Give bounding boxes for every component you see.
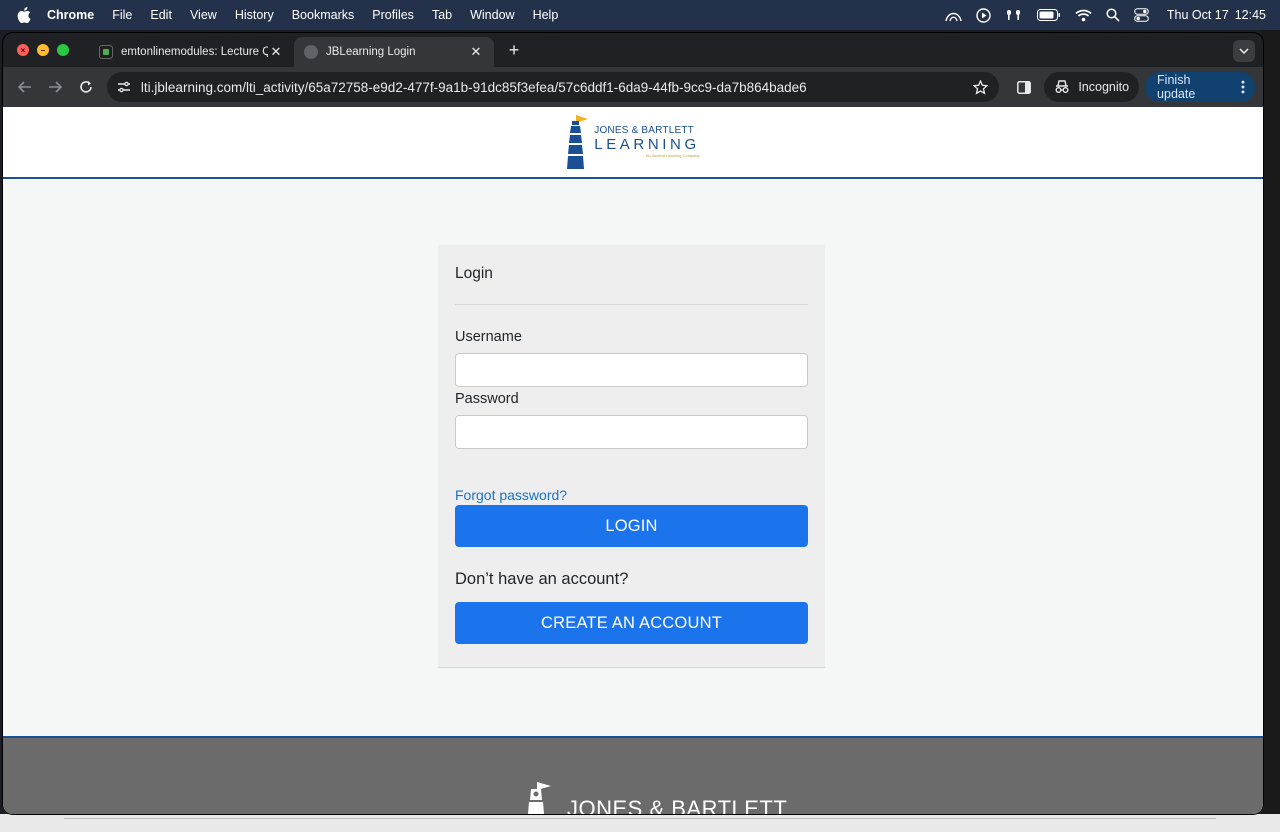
finish-update-label: Finish update — [1157, 73, 1196, 101]
tab-title: JBLearning Login — [326, 46, 416, 58]
forward-button[interactable] — [42, 73, 70, 101]
forward-arrow-icon — [49, 81, 63, 93]
close-window-button[interactable]: × — [17, 44, 29, 56]
page-viewport: JONES & BARTLETT LEARNING An Ascend Lear… — [3, 107, 1263, 814]
side-panel-icon — [1016, 80, 1031, 94]
site-footer: JONES & BARTLETT — [3, 736, 1263, 814]
forgot-password-link[interactable]: Forgot password? — [455, 487, 808, 503]
battery-icon[interactable] — [1036, 9, 1061, 21]
footer-logo: JONES & BARTLETT — [525, 780, 787, 814]
menu-tab[interactable]: Tab — [432, 8, 452, 22]
bookmark-star-icon[interactable] — [971, 79, 991, 95]
footer-logo-text: JONES & BARTLETT — [567, 796, 788, 815]
clock-time: 12:45 — [1234, 8, 1266, 22]
jbl-logo[interactable]: JONES & BARTLETT LEARNING An Ascend Lear… — [566, 113, 700, 171]
create-account-button[interactable]: CREATE AN ACCOUNT — [455, 602, 808, 644]
address-bar[interactable]: lti.jblearning.com/lti_activity/65a72758… — [106, 72, 999, 102]
back-button[interactable] — [11, 73, 39, 101]
new-tab-button[interactable]: + — [504, 40, 524, 61]
finish-update-button[interactable]: Finish update — [1145, 72, 1255, 102]
menubar-clock[interactable]: Thu Oct 17 12:45 — [1167, 8, 1266, 22]
tab-title: emtonlinemodules: Lecture Q — [121, 46, 268, 58]
incognito-label: Incognito — [1078, 80, 1130, 94]
close-tab-icon[interactable]: ✕ — [268, 44, 284, 60]
menu-help[interactable]: Help — [533, 8, 559, 22]
control-center-icon[interactable] — [1134, 8, 1149, 22]
lighthouse-icon — [567, 115, 589, 169]
menu-bookmarks[interactable]: Bookmarks — [292, 8, 355, 22]
menu-app-name[interactable]: Chrome — [47, 8, 94, 22]
login-divider — [455, 304, 808, 305]
menu-file[interactable]: File — [112, 8, 132, 22]
wifi-icon[interactable] — [1075, 9, 1092, 22]
minimize-window-button[interactable]: – — [37, 44, 49, 56]
tab-emtonlinemodules[interactable]: emtonlinemodules: Lecture Q ✕ — [89, 37, 294, 67]
password-label: Password — [455, 391, 519, 407]
macos-menu-bar: Chrome File Edit View History Bookmarks … — [0, 0, 1280, 30]
moodle-favicon-icon — [99, 45, 113, 59]
reload-icon — [80, 81, 92, 93]
tab-jblearning-login[interactable]: JBLearning Login ✕ — [294, 37, 494, 67]
logo-tagline: An Ascend Learning Company — [645, 153, 700, 158]
maximize-window-button[interactable] — [57, 44, 69, 56]
no-account-text: Don’t have an account? — [455, 570, 629, 588]
logo-wordmark: JONES & BARTLETT LEARNING An Ascend Lear… — [594, 126, 700, 158]
login-card: Login Username Password Forgot password?… — [438, 245, 825, 668]
desktop-background — [1262, 30, 1280, 832]
chevron-down-icon — [1239, 48, 1249, 54]
url-text: lti.jblearning.com/lti_activity/65a72758… — [140, 79, 807, 95]
tab-strip: × – emtonlinemodules: Lecture Q ✕ JBLear… — [3, 33, 1263, 67]
more-options-icon[interactable] — [1241, 80, 1245, 94]
search-icon[interactable] — [1106, 8, 1120, 22]
status-icons: Thu Oct 17 12:45 — [945, 7, 1280, 23]
back-arrow-icon — [17, 81, 31, 93]
close-tab-icon[interactable]: ✕ — [468, 44, 484, 60]
window-controls: × – — [17, 44, 69, 56]
clock-date: Thu Oct 17 — [1166, 8, 1229, 22]
arc-icon[interactable] — [945, 8, 962, 22]
logo-line2: LEARNING — [594, 136, 700, 153]
login-title: Login — [455, 265, 493, 282]
browser-toolbar: lti.jblearning.com/lti_activity/65a72758… — [3, 67, 1263, 107]
footer-lighthouse-icon — [528, 782, 551, 814]
side-panel-button[interactable] — [1009, 72, 1039, 102]
desktop-bottom — [0, 814, 1280, 832]
username-label: Username — [455, 329, 522, 345]
tab-search-button[interactable] — [1233, 40, 1255, 62]
incognito-badge[interactable]: Incognito — [1044, 72, 1140, 102]
menu-profiles[interactable]: Profiles — [372, 8, 414, 22]
globe-favicon-icon — [304, 45, 318, 59]
login-button[interactable]: LOGIN — [455, 505, 808, 547]
password-input[interactable] — [455, 415, 808, 449]
menu-view[interactable]: View — [190, 8, 217, 22]
menu-history[interactable]: History — [235, 8, 274, 22]
reload-button[interactable] — [72, 73, 100, 101]
airpods-icon[interactable] — [1005, 8, 1023, 22]
desktop-divider — [64, 818, 1216, 819]
browser-window: × – emtonlinemodules: Lecture Q ✕ JBLear… — [3, 33, 1263, 814]
site-info-icon[interactable] — [115, 81, 133, 93]
menu-edit[interactable]: Edit — [150, 8, 172, 22]
incognito-icon — [1055, 80, 1069, 93]
apple-icon[interactable] — [17, 7, 33, 23]
menu-window[interactable]: Window — [470, 8, 514, 22]
site-header: JONES & BARTLETT LEARNING An Ascend Lear… — [3, 107, 1263, 179]
logo-line1: JONES & BARTLETT — [594, 125, 694, 136]
username-input[interactable] — [455, 353, 808, 387]
play-icon[interactable] — [976, 7, 991, 23]
